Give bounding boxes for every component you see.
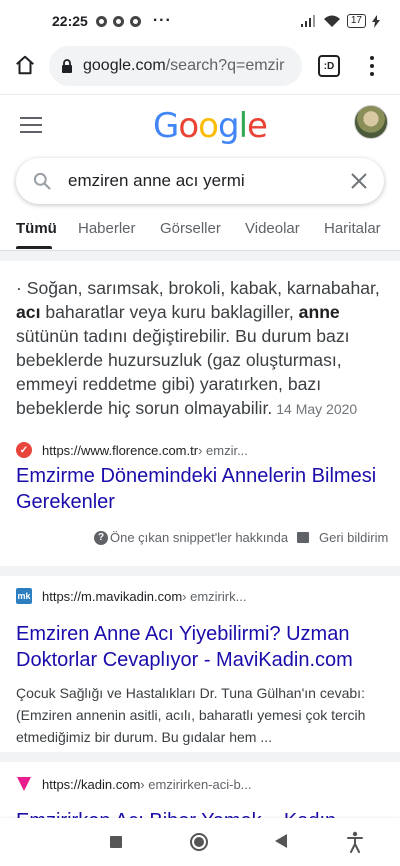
help-icon: ? — [94, 530, 108, 545]
logo-letter: o — [178, 106, 199, 146]
home-button-icon[interactable] — [190, 833, 208, 851]
tab-all[interactable]: Tümü — [16, 220, 57, 237]
back-icon[interactable] — [275, 834, 287, 848]
feedback-label: Geri bildirim — [319, 530, 389, 545]
featured-result-title[interactable]: Emzirme Dönemindeki Annelerin Bilmesi Ge… — [16, 463, 388, 515]
signal-icon — [300, 15, 315, 27]
featured-snippet-text: · Soğan, sarımsak, brokoli, kabak, karna… — [16, 278, 380, 418]
search-tabs: Tümü Haberler Görseller Videolar Harital… — [0, 218, 400, 250]
search-icon[interactable] — [32, 171, 52, 191]
result-url[interactable]: https://kadin.com › emzirirken-aci-b... — [16, 776, 252, 792]
kadin-favicon — [16, 776, 32, 792]
system-navigation-bar — [0, 818, 400, 866]
url-text: google.com/search?q=emzir — [83, 57, 284, 75]
recent-apps-icon[interactable] — [110, 836, 122, 848]
chrome-notification-icon — [95, 15, 107, 27]
section-separator — [0, 566, 400, 576]
result-title[interactable]: Emziren Anne Acı Yiyebilirmi? Uzman Dokt… — [16, 621, 388, 673]
result-site: https://www.florence.com.tr — [42, 442, 199, 458]
logo-letter: e — [247, 106, 268, 146]
logo-letter: o — [198, 106, 219, 146]
result-url[interactable]: ✓ https://www.florence.com.tr › emzir... — [16, 442, 248, 458]
wifi-icon — [323, 15, 340, 27]
url-host: google.com — [83, 57, 166, 74]
result-path: › emzir... — [198, 442, 248, 458]
tab-switcher-button[interactable]: :D — [318, 55, 340, 77]
feedback-link[interactable]: Geri bildirim — [297, 530, 388, 545]
url-path: /search?q=emzir — [165, 57, 285, 74]
lock-icon — [62, 59, 72, 73]
home-icon[interactable] — [14, 54, 36, 76]
tab-images[interactable]: Görseller — [160, 220, 221, 237]
logo-letter: G — [153, 106, 179, 146]
tab-maps[interactable]: Haritalar — [324, 220, 381, 237]
logo-letter: l — [238, 106, 249, 146]
active-tab-indicator — [16, 246, 52, 249]
result-site: https://m.mavikadin.com — [42, 588, 183, 604]
address-bar[interactable]: google.com/search?q=emzir — [49, 46, 302, 86]
more-notifications-icon: ··· — [152, 12, 172, 29]
battery-icon: 17 — [346, 14, 366, 28]
about-snippets-link[interactable]: ? Öne çıkan snippet'ler hakkında — [94, 530, 288, 545]
chrome-notification-icon — [112, 15, 124, 27]
result-url[interactable]: mk https://m.mavikadin.com › emzirirk... — [16, 588, 246, 604]
logo-letter: g — [217, 106, 240, 146]
result-description: Çocuk Sağlığı ve Hastalıkları Dr. Tuna G… — [16, 685, 366, 745]
system-icons: 17 — [300, 14, 380, 28]
accessibility-icon[interactable] — [347, 831, 363, 853]
toolbar-divider — [0, 94, 400, 95]
section-separator — [0, 752, 400, 762]
browser-toolbar: google.com/search?q=emzir :D — [0, 44, 400, 88]
google-logo[interactable]: Google — [153, 106, 268, 146]
status-bar: 22:25 ··· 17 — [0, 0, 400, 42]
notification-icons: ··· — [95, 12, 172, 30]
section-separator — [0, 251, 400, 261]
feedback-icon — [297, 532, 309, 543]
status-time: 22:25 — [52, 13, 88, 29]
browser-menu-icon[interactable] — [362, 54, 382, 78]
tab-videos[interactable]: Videolar — [245, 220, 300, 237]
avatar[interactable] — [354, 105, 388, 139]
snippet-footer: ? Öne çıkan snippet'ler hakkında Geri bi… — [0, 530, 400, 550]
snippet-date: 14 May 2020 — [276, 401, 358, 417]
result-site: https://kadin.com — [42, 776, 141, 792]
charging-icon — [372, 14, 380, 28]
chrome-notification-icon — [129, 15, 141, 27]
about-snippets-label: Öne çıkan snippet'ler hakkında — [110, 530, 289, 545]
result-path: › emzirirk... — [182, 588, 247, 604]
search-box[interactable]: emziren anne acı yermi — [16, 158, 384, 204]
result-path: › emzirirken-aci-b... — [140, 776, 252, 792]
search-input[interactable]: emziren anne acı yermi — [68, 171, 245, 191]
tab-news[interactable]: Haberler — [78, 220, 136, 237]
mavikadin-favicon: mk — [16, 588, 32, 604]
menu-icon[interactable] — [20, 117, 42, 133]
florence-favicon: ✓ — [16, 442, 32, 458]
close-icon[interactable] — [350, 172, 368, 190]
